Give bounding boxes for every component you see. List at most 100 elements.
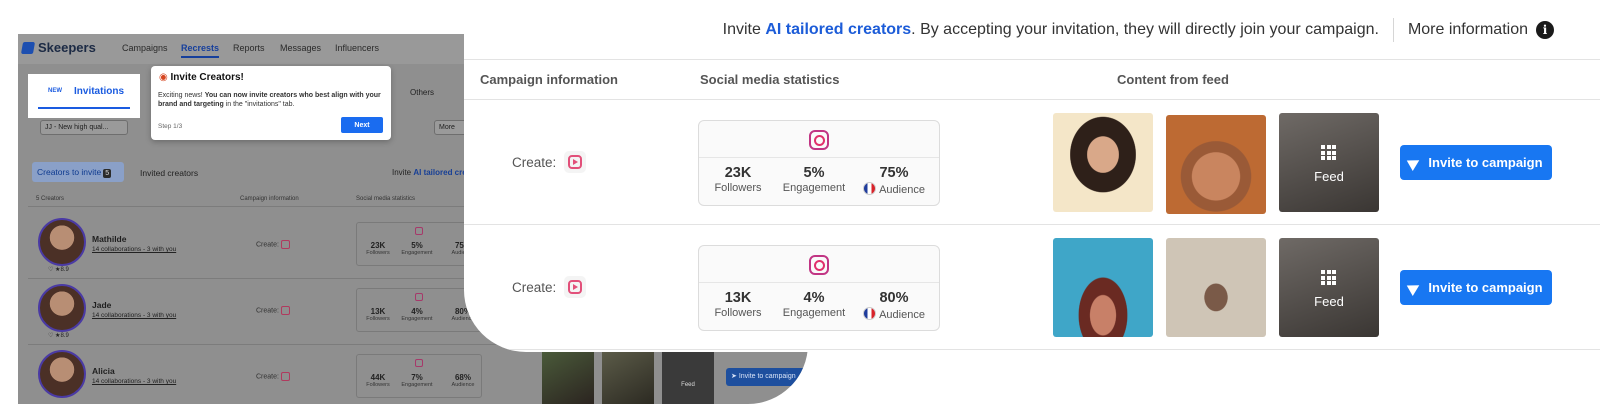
tooltip-next-button[interactable]: Next — [341, 117, 383, 133]
campaign-select[interactable]: JJ - New high qual... — [40, 120, 128, 135]
logo-text: Skeepers — [38, 40, 96, 55]
creator-name[interactable]: Jade — [92, 300, 111, 310]
tab-invited-creators[interactable]: Invited creators — [140, 168, 198, 178]
engagement-stat: 5% Engagement — [399, 241, 435, 256]
followers-stat: 13K Followers — [709, 290, 767, 319]
party-icon: ◉ — [159, 72, 171, 83]
followers-stat: 23K Followers — [365, 241, 391, 256]
create-label-text: Create: — [256, 307, 279, 315]
feed-image[interactable] — [1053, 113, 1153, 212]
feed-image[interactable] — [542, 352, 594, 404]
engagement-label: Engagement — [782, 307, 846, 319]
feed-image[interactable] — [1053, 238, 1153, 337]
invite-to-campaign-button[interactable]: Invite to campaign — [1400, 145, 1552, 180]
feed-more-button[interactable]: Feed — [662, 352, 714, 404]
creator-name[interactable]: Mathilde — [92, 234, 126, 244]
creator-collaborations-link[interactable]: 14 collaborations - 3 with you — [92, 378, 176, 385]
followers-stat: 13K Followers — [365, 307, 391, 322]
nav-recrests[interactable]: Recrests — [181, 43, 220, 58]
create-label: Create: — [512, 151, 587, 173]
creator-collaborations-link[interactable]: 14 collaborations - 3 with you — [92, 246, 176, 253]
engagement-value: 5% — [803, 165, 825, 181]
create-label: Create: — [256, 240, 290, 249]
audience-stat: 68% Audience — [445, 373, 481, 388]
avatar[interactable] — [38, 218, 86, 266]
creator-name[interactable]: Alicia — [92, 366, 115, 376]
rating-value: 8.9 — [60, 267, 69, 273]
avatar[interactable] — [38, 350, 86, 398]
tooltip-body-suffix: in the "invitations" tab. — [223, 101, 295, 108]
skeepers-logo: Skeepers — [20, 40, 96, 55]
social-media-statistics-header: Social media statistics — [700, 72, 840, 87]
stats-divider — [699, 157, 939, 158]
creators-to-invite-label: Creators to invite — [37, 167, 102, 177]
engagement-value: 5% — [411, 241, 423, 250]
invite-hint-highlight: AI tailored cre — [413, 168, 467, 177]
invite-hint: Invite AI tailored cre — [392, 168, 467, 177]
instagram-icon — [415, 227, 423, 235]
audience-label-wrap: Audience — [859, 182, 929, 196]
invite-button-label: Invite to campaign — [738, 373, 796, 380]
more-information-link[interactable]: More information — [1408, 21, 1528, 39]
nav-messages[interactable]: Messages — [280, 43, 321, 53]
header-divider — [464, 99, 1600, 100]
tab-invitations[interactable]: NEW Invitations — [28, 74, 140, 118]
avatar[interactable] — [38, 284, 86, 332]
send-icon — [1407, 279, 1423, 296]
reel-icon — [564, 276, 587, 298]
invite-to-campaign-button[interactable]: ➤ Invite to campaign — [726, 368, 808, 386]
reel-icon — [564, 151, 587, 173]
tab-creators-to-invite[interactable]: Creators to invite 5 — [32, 162, 124, 182]
engagement-stat: 5% Engagement — [779, 165, 849, 194]
send-icon: ➤ — [731, 373, 739, 380]
banner-prefix: Invite — [722, 21, 761, 38]
feed-image[interactable] — [602, 352, 654, 404]
engagement-value: 7% — [411, 373, 423, 382]
followers-label: Followers — [714, 307, 762, 319]
feed-more-button[interactable]: Feed — [1279, 238, 1379, 337]
header-divider — [464, 59, 1600, 60]
active-tab-underline — [38, 107, 130, 109]
feed-image[interactable] — [1166, 238, 1266, 337]
feed-more-button[interactable]: Feed — [1279, 113, 1379, 212]
invitations-tab-label: Invitations — [74, 86, 125, 97]
audience-label-wrap: Audience — [859, 307, 929, 321]
skeepers-logo-icon — [20, 41, 36, 54]
stats-divider — [699, 282, 939, 283]
tooltip-step: Step 1/3 — [158, 123, 183, 130]
creators-count-header: 5 Creators — [36, 196, 65, 202]
creator-collaborations-link[interactable]: 14 collaborations - 3 with you — [92, 312, 176, 319]
nav-campaigns[interactable]: Campaigns — [122, 43, 168, 53]
followers-stat: 23K Followers — [709, 165, 767, 194]
invite-banner: Invite AI tailored creators. By acceptin… — [723, 18, 1554, 42]
engagement-stat: 4% Engagement — [779, 290, 849, 319]
reel-icon — [280, 372, 290, 381]
instagram-icon — [809, 130, 829, 150]
followers-label: Followers — [366, 382, 390, 388]
others-dropdown[interactable]: Others — [410, 88, 434, 97]
more-filters-label: More — [439, 124, 455, 131]
create-label: Create: — [256, 372, 290, 381]
info-icon[interactable]: i — [1536, 21, 1554, 39]
invite-creators-tooltip: ◉ Invite Creators! Exciting news! You ca… — [151, 66, 391, 140]
campaign-info-header: Campaign information — [240, 196, 299, 202]
social-stats-box: 13K Followers 4% Engagement 80% Audience — [356, 288, 482, 332]
banner-suffix: . By accepting your invitation, they wil… — [911, 21, 1379, 38]
nav-influencers[interactable]: Influencers — [335, 43, 379, 53]
audience-stat: 80% Audience — [859, 290, 929, 321]
feed-image[interactable] — [1166, 115, 1266, 214]
creator-rating: ♡ ★8.9 — [48, 267, 69, 273]
create-label: Create: — [512, 276, 587, 298]
tooltip-body-prefix: Exciting news! — [158, 92, 205, 99]
invite-button-label: Invite to campaign — [1428, 155, 1543, 170]
create-label: Create: — [256, 306, 290, 315]
instagram-icon — [415, 359, 423, 367]
engagement-label: Engagement — [401, 316, 433, 322]
feed-label: Feed — [1314, 294, 1344, 309]
banner-separator — [1392, 18, 1394, 42]
invite-hint-prefix: Invite — [392, 168, 414, 177]
invite-to-campaign-button[interactable]: Invite to campaign — [1400, 270, 1552, 305]
audience-value: 68% — [454, 373, 471, 382]
reel-icon — [280, 306, 290, 315]
nav-reports[interactable]: Reports — [233, 43, 265, 53]
